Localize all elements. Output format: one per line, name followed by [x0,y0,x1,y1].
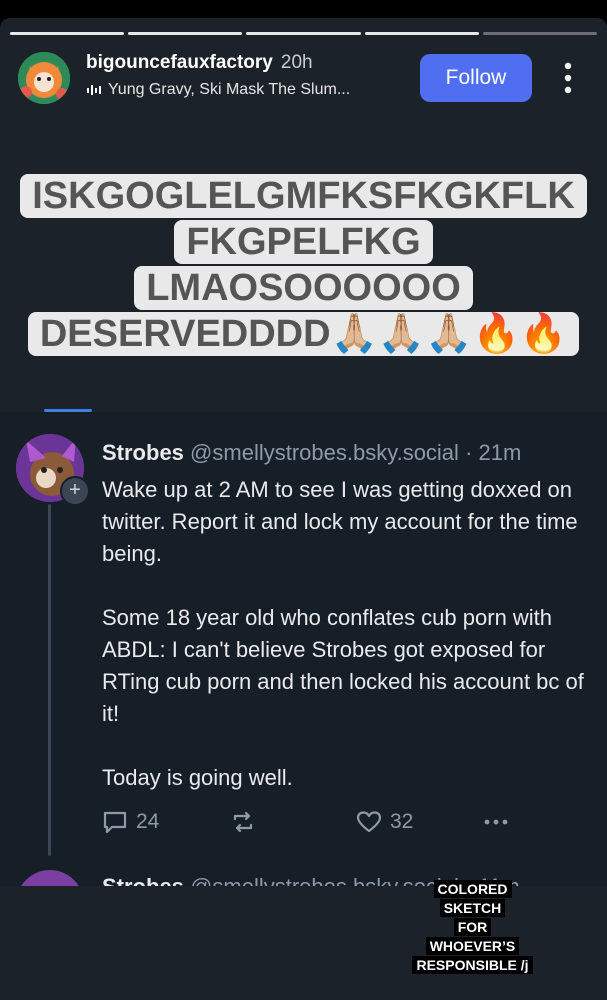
reply-icon [103,811,127,834]
story-frame: bigouncefauxfactory 20h Yung Gravy, Ski M… [0,18,607,1000]
repost-icon [233,811,253,833]
like-count: 32 [390,810,414,833]
follow-button[interactable]: Follow [420,54,532,102]
story-user-line: bigouncefauxfactory 20h [86,52,313,74]
music-label: Yung Gravy, Ski Mask The Slum... [108,81,351,98]
post-paragraph: Today is going well. [102,765,293,790]
story-time: 20h [280,52,313,73]
username[interactable]: bigouncefauxfactory [86,52,273,73]
post-author-name[interactable]: Strobes [102,440,184,465]
sticker-line: COLORED [433,880,512,898]
post-paragraph: Wake up at 2 AM to see I was getting dox… [102,477,578,566]
follow-plus-icon[interactable]: + [60,476,90,506]
thread-line [48,504,51,856]
reply-count: 24 [136,810,160,833]
sticker-line: WHOEVER’S [425,937,520,955]
progress-segment [246,32,361,35]
sticker-line: SKETCH [439,899,506,917]
post-actions: 24 32 [102,810,508,844]
caption-line: DESERVEDDDD🙏🏼🙏🏼🙏🏼🔥🔥 [27,312,580,356]
progress-segment [364,32,479,35]
progress-segment [10,32,125,35]
post-body: Wake up at 2 AM to see I was getting dox… [102,474,592,826]
sticker-line: FOR [453,918,492,936]
text-sticker: COLORED SKETCH FOR WHOEVER’S RESPONSIBLE… [410,880,535,975]
repost-button[interactable] [230,810,256,834]
post-more-button[interactable] [482,810,510,834]
sticker-line: RESPONSIBLE /j [412,956,533,974]
caption-line: FKGPELFKG [174,220,433,264]
progress-segment [482,32,598,35]
like-button[interactable]: 32 [356,810,413,834]
caption-line: ISKGOGLELGMFKSFKGKFLK [20,174,587,218]
audio-bars-icon [87,85,101,95]
more-vertical-icon[interactable] [556,58,580,98]
more-horizontal-icon [484,819,508,825]
avatar[interactable] [18,52,70,104]
post-paragraph: Some 18 year old who conflates cub porn … [102,605,584,726]
reply-button[interactable]: 24 [102,810,159,834]
heart-icon [356,811,382,833]
post-author-handle[interactable]: @smellystrobes.bsky.social [190,440,459,465]
caption-line: LMAOSOOOOOO [134,266,473,310]
story-header: bigouncefauxfactory 20h Yung Gravy, Ski M… [14,46,593,106]
progress-segment [128,32,243,35]
post-header: Strobes @smellystrobes.bsky.social · 21m [102,440,521,466]
music-line[interactable]: Yung Gravy, Ski Mask The Slum... [86,81,350,99]
tab-indicator [44,409,92,412]
story-caption: ISKGOGLELGMFKSFKGKFLK FKGPELFKG LMAOSOOO… [0,174,607,359]
post-time: · 21m [465,440,522,465]
story-progress [10,32,598,35]
